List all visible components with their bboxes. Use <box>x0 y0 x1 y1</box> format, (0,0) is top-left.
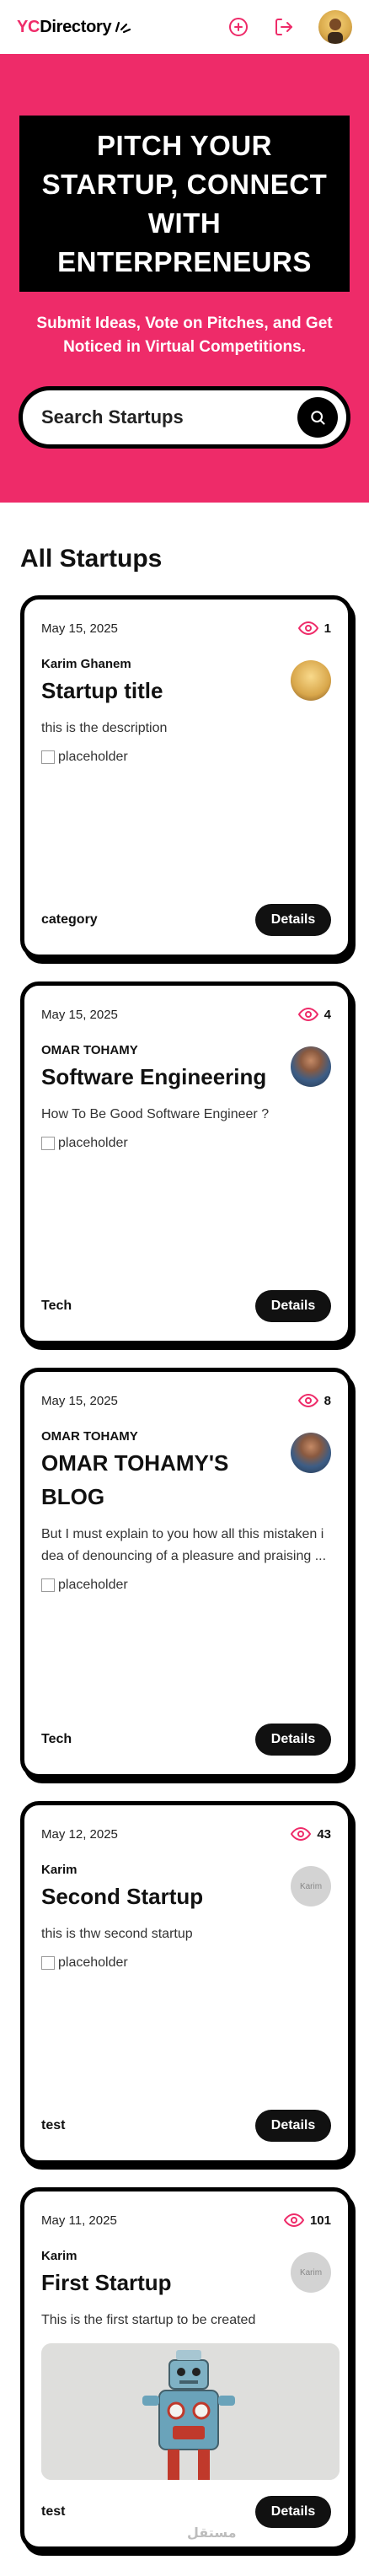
broken-image-icon <box>41 1956 55 1970</box>
logout-button[interactable] <box>273 16 295 38</box>
startup-card: May 11, 2025 101 Karim First Startup Kar… <box>20 2187 352 2551</box>
search-input[interactable] <box>41 406 277 428</box>
card-image[interactable]: placeholder <box>41 748 331 766</box>
views-number: 1 <box>324 621 331 636</box>
logo-yc: YC <box>17 17 40 36</box>
card-title[interactable]: OMAR TOHAMY'S BLOG <box>41 1446 286 1514</box>
eye-icon <box>291 1826 312 1842</box>
author-avatar[interactable] <box>291 660 331 701</box>
hero-title: PITCH YOUR STARTUP, CONNECT WITH ENTERPR… <box>41 129 328 277</box>
broken-image-icon <box>41 1578 55 1592</box>
card-author[interactable]: Karim <box>41 2249 331 2264</box>
card-author[interactable]: Karim <box>41 1863 331 1878</box>
card-description: This is the first startup to be created <box>41 2313 256 2327</box>
details-button[interactable]: Details <box>255 1724 331 1756</box>
search-button[interactable] <box>297 397 338 438</box>
image-alt-text: placeholder <box>58 1955 128 1970</box>
details-button[interactable]: Details <box>255 1290 331 1322</box>
author-avatar[interactable]: Karim <box>291 1866 331 1906</box>
eye-icon <box>297 621 318 636</box>
startup-card: May 15, 2025 1 Karim Ghanem Startup titl… <box>20 595 352 959</box>
details-button[interactable]: Details <box>255 2110 331 2142</box>
card-image[interactable]: placeholder <box>41 1954 331 1972</box>
card-category[interactable]: Tech <box>41 1299 72 1314</box>
startup-card: May 15, 2025 4 OMAR TOHAMY Software Engi… <box>20 981 352 1345</box>
broken-image-icon <box>41 1137 55 1150</box>
views-count: 101 <box>283 2213 331 2228</box>
image-alt-text: placeholder <box>58 1136 128 1150</box>
image-alt-text: placeholder <box>58 750 128 764</box>
card-title[interactable]: First Startup <box>41 2266 172 2299</box>
details-button[interactable]: Details <box>255 2496 331 2528</box>
card-image[interactable]: placeholder <box>41 1576 331 1595</box>
views-number: 43 <box>317 1826 331 1842</box>
hero-subtitle: Submit Ideas, Vote on Pitches, and Get N… <box>36 315 333 356</box>
card-category[interactable]: category <box>41 912 98 928</box>
hero-section: PITCH YOUR STARTUP, CONNECT WITH ENTERPR… <box>0 54 369 503</box>
card-title[interactable]: Startup title <box>41 674 163 707</box>
logo[interactable]: YC Directory <box>17 18 131 37</box>
card-category[interactable]: Tech <box>41 1732 72 1747</box>
views-number: 4 <box>324 1007 331 1022</box>
startup-card: May 12, 2025 43 Karim Second Startup Kar… <box>20 1801 352 2165</box>
card-category[interactable]: test <box>41 2118 65 2133</box>
details-button[interactable]: Details <box>255 904 331 936</box>
card-category[interactable]: test <box>41 2504 65 2520</box>
eye-icon <box>283 2213 304 2228</box>
top-navbar: YC Directory <box>0 0 369 54</box>
user-avatar[interactable] <box>318 10 352 44</box>
search-icon <box>311 411 325 425</box>
broken-image-icon <box>41 750 55 764</box>
views-count: 4 <box>297 1007 331 1022</box>
card-description: this is the description <box>41 721 168 735</box>
views-count: 43 <box>291 1826 331 1842</box>
card-date: May 15, 2025 <box>41 1007 118 1022</box>
logo-directory: Directory <box>40 17 112 36</box>
author-avatar[interactable] <box>291 1433 331 1473</box>
hero-title-box: PITCH YOUR STARTUP, CONNECT WITH ENTERPR… <box>19 116 350 292</box>
card-description: But I must explain to you how all this m… <box>41 1527 327 1563</box>
views-count: 8 <box>297 1393 331 1408</box>
header-actions <box>227 10 352 44</box>
views-number: 101 <box>309 2213 331 2228</box>
card-title[interactable]: Software Engineering <box>41 1060 266 1094</box>
card-date: May 15, 2025 <box>41 1393 118 1408</box>
card-description: this is thw second startup <box>41 1927 193 1941</box>
create-startup-button[interactable] <box>227 16 249 38</box>
logo-spark-icon <box>115 21 131 34</box>
image-alt-text: placeholder <box>58 1578 128 1592</box>
card-date: May 15, 2025 <box>41 621 118 636</box>
watermark: مستقل <box>187 2526 237 2541</box>
eye-icon <box>297 1007 318 1022</box>
logout-icon <box>275 19 292 35</box>
card-title[interactable]: Second Startup <box>41 1880 203 1913</box>
author-avatar[interactable]: Karim <box>291 2252 331 2293</box>
plus-circle-icon <box>229 18 248 36</box>
card-author[interactable]: OMAR TOHAMY <box>41 1043 331 1058</box>
section-title: All Startups <box>20 545 163 573</box>
card-description: How To Be Good Software Engineer ? <box>41 1107 270 1121</box>
card-date: May 12, 2025 <box>41 1826 118 1842</box>
card-image[interactable]: placeholder <box>41 1134 331 1153</box>
views-number: 8 <box>324 1393 331 1408</box>
startup-card: May 15, 2025 8 OMAR TOHAMY OMAR TOHAMY'S… <box>20 1368 352 1778</box>
author-avatar[interactable] <box>291 1046 331 1087</box>
card-image[interactable] <box>41 2343 340 2480</box>
robot-toy-image <box>41 2343 340 2480</box>
search-form <box>19 386 350 449</box>
views-count: 1 <box>297 621 331 636</box>
card-author[interactable]: Karim Ghanem <box>41 657 331 672</box>
eye-icon <box>297 1393 318 1408</box>
avatar-figure-icon <box>328 19 343 44</box>
card-date: May 11, 2025 <box>41 2213 117 2228</box>
card-author[interactable]: OMAR TOHAMY <box>41 1429 331 1444</box>
